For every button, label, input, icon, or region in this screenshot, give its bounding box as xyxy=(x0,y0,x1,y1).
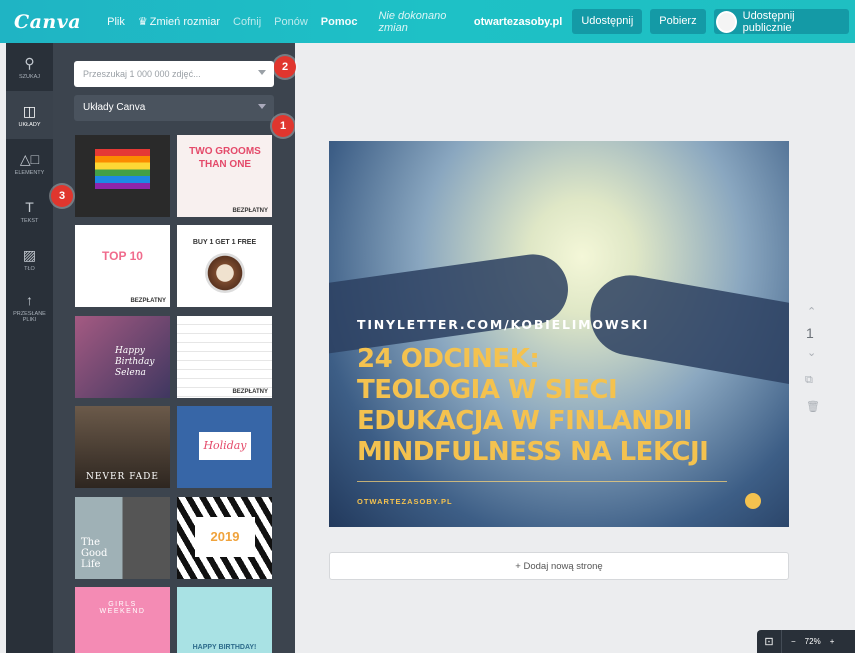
callout-badge-1: 1 xyxy=(272,115,294,137)
chevron-down-icon[interactable] xyxy=(258,70,266,75)
side-rail: ⚲ SZUKAJ ◫ UKŁADY △□ ELEMENTY T TEKST ▨ … xyxy=(6,43,53,653)
thumb-title: TWO GROOMS THAN ONE xyxy=(189,146,261,170)
layout-thumbnail[interactable]: BEZPŁATNY xyxy=(177,316,272,398)
crown-icon: ♛ xyxy=(137,16,148,28)
brand-logo xyxy=(745,493,761,509)
avatar xyxy=(715,10,737,33)
layout-thumbnail[interactable]: 2019 xyxy=(177,497,272,579)
free-label: BEZPŁATNY xyxy=(232,389,268,395)
layouts-dropdown-value: Układy Canva xyxy=(83,102,146,113)
rail-item-uploads[interactable]: ↑ PRZESŁANE PLIKI xyxy=(6,283,53,331)
rail-label-elements: ELEMENTY xyxy=(14,169,45,176)
rail-label-uploads: PRZESŁANE PLIKI xyxy=(13,310,46,323)
thumb-title: Happy Birthday Selena xyxy=(115,346,155,378)
headline-line-2: TEOLOGIA W SIECI xyxy=(357,375,618,405)
layout-thumbnail[interactable]: The Good Life xyxy=(75,497,170,579)
thumb-title: TOP 10 xyxy=(102,249,143,263)
text-icon: T xyxy=(25,198,34,215)
thumb-title: BUY 1 GET 1 FREE xyxy=(192,239,257,246)
layout-thumbnail[interactable] xyxy=(75,135,170,217)
layout-thumbnail[interactable]: NEVER FADE xyxy=(75,406,170,488)
menu-file[interactable]: Plik xyxy=(107,16,125,28)
menu-undo[interactable]: Cofnij xyxy=(233,16,261,28)
layout-thumbnail[interactable]: Holiday xyxy=(177,406,272,488)
thumb-title: Holiday xyxy=(199,432,251,460)
save-status: Nie dokonano zmian xyxy=(378,9,447,34)
chevron-down-icon[interactable] xyxy=(258,104,266,109)
free-label: BEZPŁATNY xyxy=(130,298,166,304)
rail-label-layouts: UKŁADY xyxy=(18,121,41,128)
callout-badge-2: 2 xyxy=(274,56,296,78)
layout-thumbnail[interactable]: Happy Birthday Selena xyxy=(75,316,170,398)
page-number: 1 xyxy=(806,325,814,341)
trash-icon[interactable]: 🗑 xyxy=(806,400,820,413)
rainbow-flag-image xyxy=(95,149,150,189)
menu-resize-label: Zmień rozmiar xyxy=(149,16,221,28)
design-footer-text[interactable]: OTWARTEZASOBY.PL xyxy=(357,497,453,506)
rail-item-search[interactable]: ⚲ SZUKAJ xyxy=(6,43,53,91)
layout-thumbnail[interactable]: BUY 1 GET 1 FREE xyxy=(177,225,272,307)
download-button[interactable]: Pobierz xyxy=(650,9,706,34)
canva-logo[interactable]: Canva xyxy=(14,11,81,33)
layout-thumbnail[interactable]: TWO GROOMS THAN ONE BEZPŁATNY xyxy=(177,135,272,217)
upload-icon: ↑ xyxy=(26,291,33,308)
coffee-image xyxy=(205,253,245,293)
design-headline[interactable]: 24 ODCINEK: TEOLOGIA W SIECI EDUKACJA W … xyxy=(357,344,709,468)
design-title[interactable]: otwartezasoby.pl xyxy=(474,16,562,28)
background-icon: ▨ xyxy=(22,246,37,263)
photo-search-input[interactable]: Przeszukaj 1 000 000 zdjęć... xyxy=(74,61,274,87)
layout-thumbnail[interactable]: TOP 10 BEZPŁATNY xyxy=(75,225,170,307)
headline-line-4: MINDFULNESS NA LEKCJI xyxy=(357,437,709,467)
design-canvas[interactable]: TINYLETTER.COM/KOBIELIMOWSKI 24 ODCINEK:… xyxy=(329,141,789,527)
copy-page-icon[interactable]: ⧉ xyxy=(805,374,813,387)
rail-item-text[interactable]: T TEKST xyxy=(6,187,53,235)
callout-badge-3: 3 xyxy=(51,185,73,207)
search-icon: ⚲ xyxy=(24,54,35,71)
rail-label-search: SZUKAJ xyxy=(18,73,41,80)
publish-button[interactable]: Udostępnij publicznie xyxy=(713,9,849,34)
headline-line-1: 24 ODCINEK: xyxy=(357,344,540,374)
free-label: BEZPŁATNY xyxy=(232,208,268,214)
layouts-dropdown[interactable]: Układy Canva xyxy=(74,95,274,121)
zoom-out-button[interactable]: − xyxy=(791,637,796,646)
search-placeholder: Przeszukaj 1 000 000 zdjęć... xyxy=(83,69,201,79)
thumb-title: HAPPY BIRTHDAY! xyxy=(192,644,257,651)
layout-thumbnail[interactable]: GIRLS WEEKEND xyxy=(75,587,170,653)
add-page-button[interactable]: + Dodaj nową stronę xyxy=(329,552,789,580)
design-url-text[interactable]: TINYLETTER.COM/KOBIELIMOWSKI xyxy=(357,317,649,332)
arrow-up-icon[interactable]: ⌃ xyxy=(807,305,816,318)
layouts-panel: Przeszukaj 1 000 000 zdjęć... Układy Can… xyxy=(53,43,295,653)
layout-thumbnail[interactable]: HAPPY BIRTHDAY! xyxy=(177,587,272,653)
present-icon[interactable]: ⊡ xyxy=(757,630,782,653)
zoom-bar: ⊡ − 72% + xyxy=(757,630,855,653)
headline-line-3: EDUKACJA W FINLANDII xyxy=(357,406,692,436)
thumb-title: GIRLS WEEKEND xyxy=(99,601,146,615)
menu-resize[interactable]: ♛ Zmień rozmiar xyxy=(138,15,220,28)
thumb-title: The Good Life xyxy=(81,537,108,570)
top-bar: Canva Plik ♛ Zmień rozmiar Cofnij Ponów P… xyxy=(0,0,855,43)
left-hand-image xyxy=(329,249,573,359)
elements-icon: △□ xyxy=(19,150,40,167)
rail-item-layouts[interactable]: ◫ UKŁADY xyxy=(6,91,53,139)
publish-label: Udostępnij publicznie xyxy=(742,9,795,34)
arrow-down-icon[interactable]: ⌄ xyxy=(807,346,816,359)
divider xyxy=(357,481,727,482)
rail-label-background: TŁO xyxy=(24,265,35,272)
share-button[interactable]: Udostępnij xyxy=(572,9,643,34)
menu-redo[interactable]: Ponów xyxy=(274,16,308,28)
rail-item-elements[interactable]: △□ ELEMENTY xyxy=(6,139,53,187)
menu-help[interactable]: Pomoc xyxy=(321,16,358,28)
rail-label-text: TEKST xyxy=(20,217,39,224)
layouts-icon: ◫ xyxy=(22,102,37,119)
rail-item-background[interactable]: ▨ TŁO xyxy=(6,235,53,283)
zoom-in-button[interactable]: + xyxy=(830,637,835,646)
thumb-title: NEVER FADE xyxy=(86,472,159,482)
thumb-title: 2019 xyxy=(195,517,255,557)
zoom-level[interactable]: 72% xyxy=(805,637,821,646)
